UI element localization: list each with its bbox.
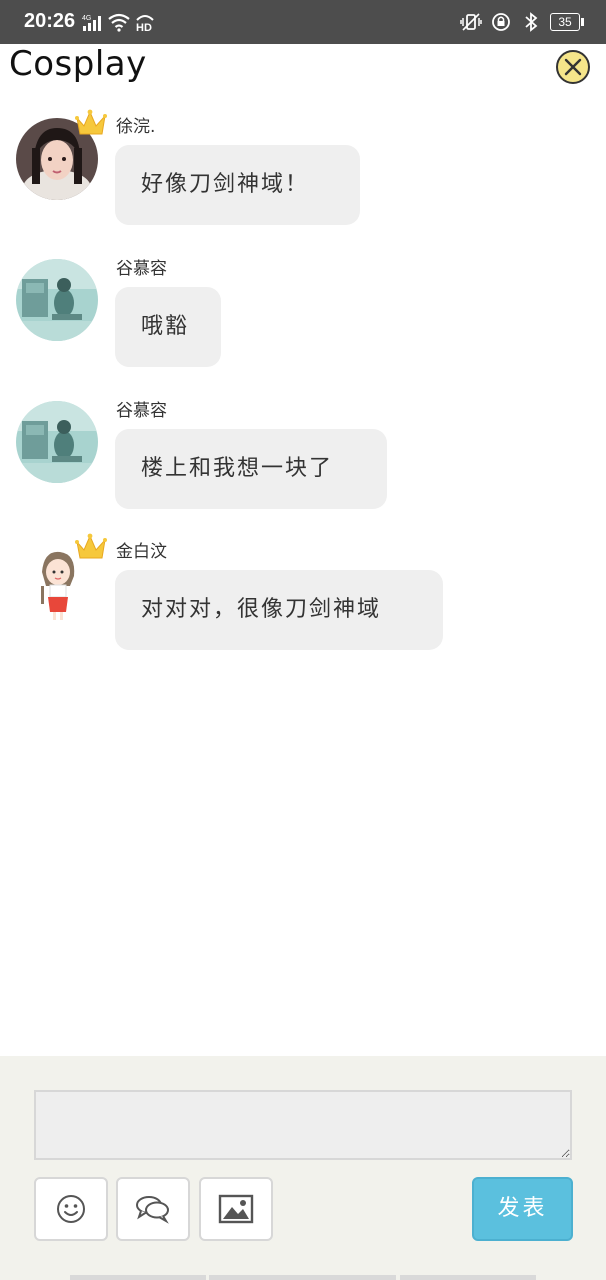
page-title: Cosplay bbox=[9, 44, 147, 84]
image-icon bbox=[218, 1194, 254, 1224]
close-button[interactable] bbox=[556, 50, 590, 84]
crown-icon bbox=[75, 109, 107, 135]
svg-text:4G: 4G bbox=[82, 15, 91, 22]
nav-indicators bbox=[0, 1275, 606, 1280]
hd-icon: HD bbox=[136, 15, 154, 32]
status-bar: 20:26 4G HD 35 bbox=[0, 0, 606, 44]
message-input[interactable] bbox=[34, 1090, 572, 1160]
sender-name: 谷慕容 bbox=[116, 259, 167, 279]
image-button[interactable] bbox=[199, 1177, 273, 1241]
message-bubble[interactable]: 对对对，很像刀剑神域 bbox=[115, 570, 443, 650]
emoji-icon bbox=[57, 1195, 85, 1223]
message-bubble[interactable]: 好像刀剑神域！ bbox=[115, 145, 360, 225]
sender-name: 金白汶 bbox=[116, 542, 167, 562]
teal-photo-avatar bbox=[16, 259, 98, 341]
svg-text:HD: HD bbox=[136, 22, 152, 32]
composer: 发表 bbox=[0, 1056, 606, 1280]
sender-name: 谷慕容 bbox=[116, 401, 167, 421]
avatar[interactable] bbox=[16, 259, 98, 341]
battery-icon: 35 bbox=[550, 13, 584, 31]
close-circle-icon bbox=[564, 58, 582, 76]
header: Cosplay bbox=[0, 44, 606, 100]
sender-name: 徐浣. bbox=[116, 117, 156, 137]
avatar[interactable] bbox=[16, 109, 107, 200]
message-bubble[interactable]: 哦豁 bbox=[115, 287, 221, 367]
bluetooth-icon bbox=[525, 12, 538, 32]
emoji-button[interactable] bbox=[34, 1177, 108, 1241]
avatar[interactable] bbox=[16, 401, 98, 483]
privacy-icon bbox=[492, 13, 510, 31]
battery-level: 35 bbox=[558, 15, 572, 29]
send-button[interactable]: 发表 bbox=[472, 1177, 573, 1241]
quick-reply-button[interactable] bbox=[116, 1177, 190, 1241]
teal-photo-avatar bbox=[16, 401, 98, 483]
message-bubble[interactable]: 楼上和我想一块了 bbox=[115, 429, 387, 509]
wifi-icon bbox=[108, 13, 130, 32]
chat-bubbles-icon bbox=[136, 1196, 169, 1224]
signal-4g-icon: 4G bbox=[82, 15, 101, 31]
crown-icon bbox=[75, 533, 107, 559]
avatar[interactable] bbox=[16, 533, 107, 624]
vibrate-icon bbox=[460, 13, 482, 31]
status-time: 20:26 bbox=[24, 10, 76, 32]
